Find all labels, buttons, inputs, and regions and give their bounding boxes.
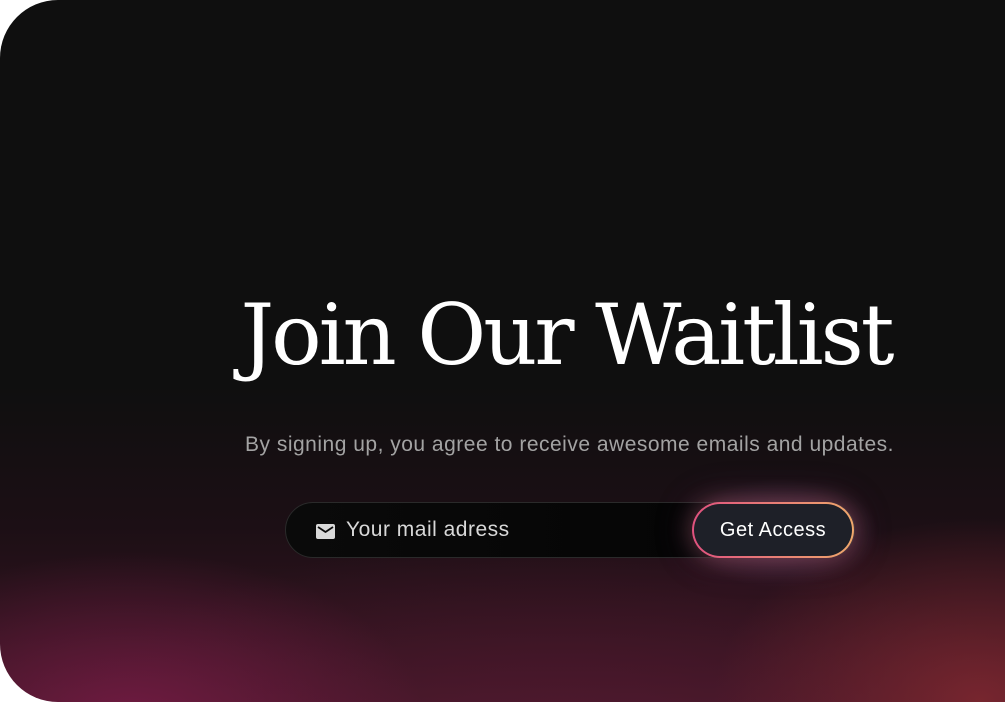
email-input[interactable] (346, 513, 686, 547)
page-title: Join Our Waitlist (240, 286, 894, 384)
mail-icon (316, 524, 335, 539)
page-subtitle: By signing up, you agree to receive awes… (244, 433, 895, 456)
waitlist-card: Join Our Waitlist By signing up, you agr… (0, 0, 1005, 702)
get-access-button[interactable]: Get Access (692, 502, 854, 558)
